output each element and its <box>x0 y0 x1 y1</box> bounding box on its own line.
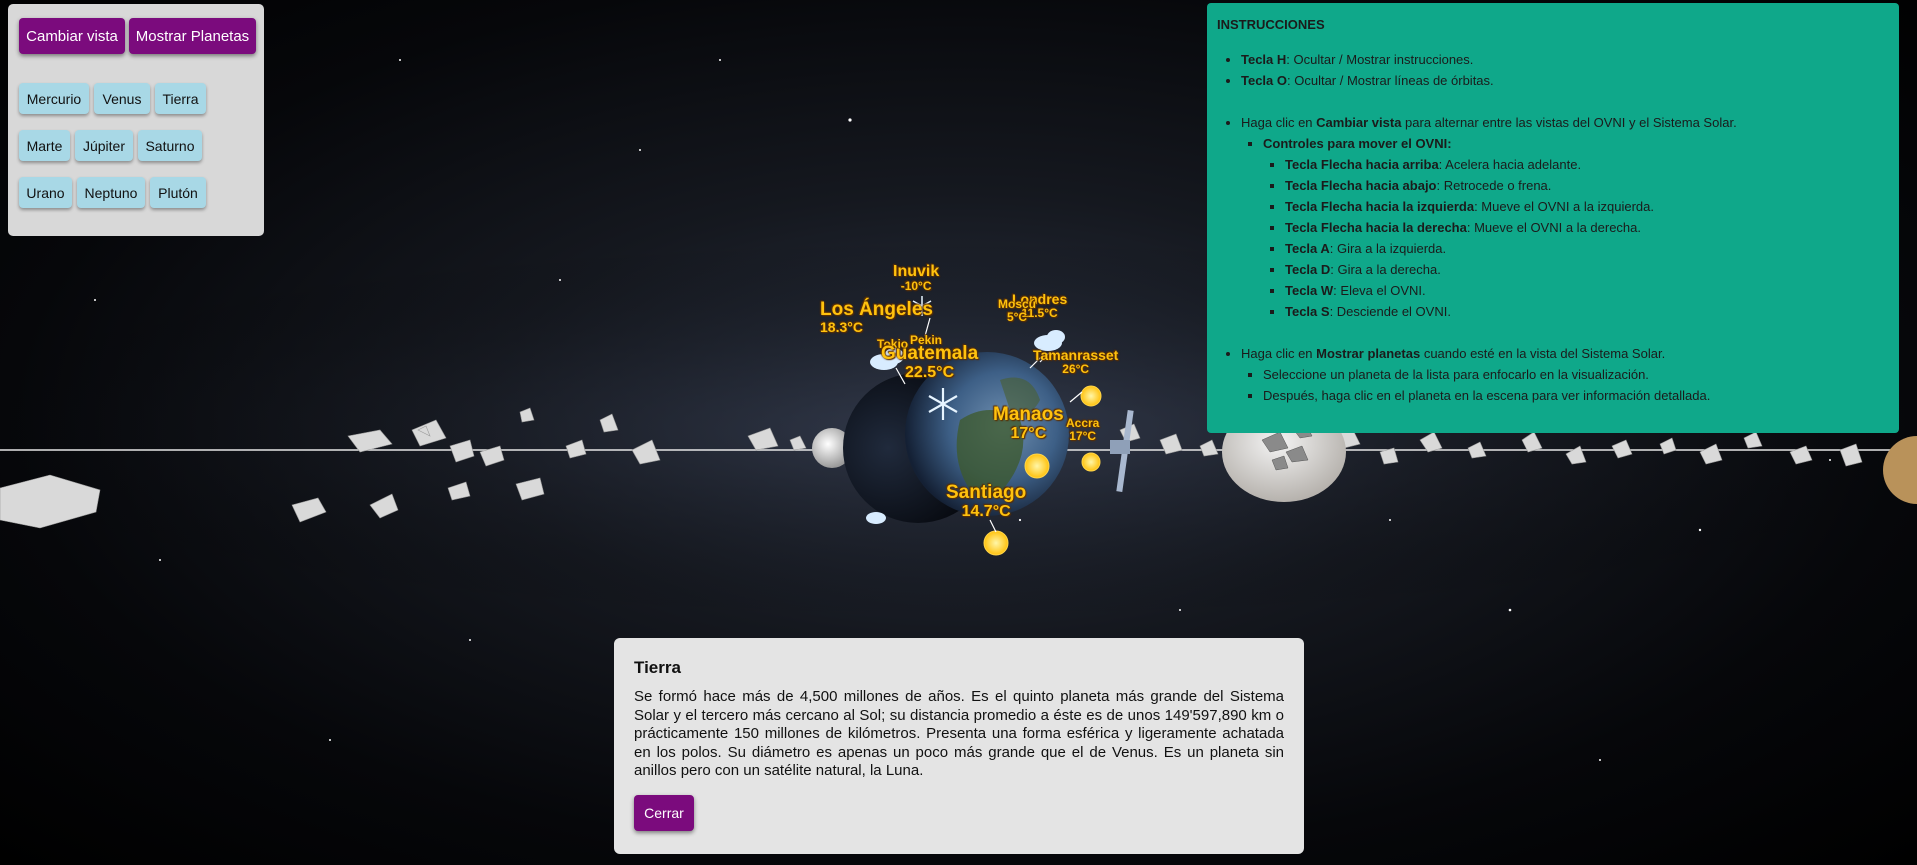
label-tamanrasset: Tamanrasset 26°C <box>1033 347 1119 376</box>
planet-button-venus[interactable]: Venus <box>94 83 150 114</box>
list-item: Controles para mover el OVNI: Tecla Flec… <box>1263 133 1889 322</box>
list-item: Tecla Flecha hacia la derecha: Mueve el … <box>1285 217 1889 238</box>
list-item: Haga clic en Mostrar planetas cuando est… <box>1241 343 1889 406</box>
close-button[interactable]: Cerrar <box>634 795 694 831</box>
label-accra: Accra 17°C <box>1066 416 1100 443</box>
keys-list: Tecla H: Ocultar / Mostrar instrucciones… <box>1217 49 1889 91</box>
planet-button-tierra[interactable]: Tierra <box>155 83 206 114</box>
list-item: Tecla Flecha hacia arriba: Acelera hacia… <box>1285 154 1889 175</box>
label-guatemala: Guatemala 22.5°C <box>881 343 979 382</box>
planet-button-saturno[interactable]: Saturno <box>138 130 202 161</box>
list-item: Después, haga clic en el planeta en la e… <box>1263 385 1889 406</box>
list-item: Tecla Flecha hacia la izquierda: Mueve e… <box>1285 196 1889 217</box>
planets-list: Haga clic en Mostrar planetas cuando est… <box>1217 343 1889 406</box>
change-view-button[interactable]: Cambiar vista <box>19 18 125 54</box>
label-inuvik: Inuvik -10°C <box>893 263 940 293</box>
list-item: Seleccione un planeta de la lista para e… <box>1263 364 1889 385</box>
view-list: Haga clic en Cambiar vista para alternar… <box>1217 112 1889 322</box>
list-item: Tecla D: Gira a la derecha. <box>1285 259 1889 280</box>
label-manaos: Manaos 17°C <box>993 404 1064 443</box>
label-moscu: Moscú 5°C <box>998 297 1037 324</box>
list-item: Tecla W: Eleva el OVNI. <box>1285 280 1889 301</box>
planet-button-jupiter[interactable]: Júpiter <box>75 130 133 161</box>
planet-info-title: Tierra <box>634 658 681 677</box>
show-planets-button[interactable]: Mostrar Planetas <box>129 18 256 54</box>
list-item: Tecla Flecha hacia abajo: Retrocede o fr… <box>1285 175 1889 196</box>
planet-button-marte[interactable]: Marte <box>19 130 70 161</box>
instructions-panel: INSTRUCCIONES Tecla H: Ocultar / Mostrar… <box>1207 3 1899 433</box>
list-item: Tecla A: Gira a la izquierda. <box>1285 238 1889 259</box>
planet-button-pluton[interactable]: Plutón <box>150 177 206 208</box>
planet-button-urano[interactable]: Urano <box>19 177 72 208</box>
label-los-angeles: Los Ángeles 18.3°C <box>820 299 933 335</box>
control-panel: Cambiar vista Mostrar Planetas Mercurio … <box>8 4 264 236</box>
label-santiago: Santiago 14.7°C <box>946 482 1027 521</box>
list-item: Tecla O: Ocultar / Mostrar líneas de órb… <box>1241 70 1889 91</box>
planet-info-text: Se formó hace más de 4,500 millones de a… <box>634 688 1284 779</box>
planet-button-mercurio[interactable]: Mercurio <box>19 83 89 114</box>
list-item: Haga clic en Cambiar vista para alternar… <box>1241 112 1889 322</box>
list-item: Tecla S: Desciende el OVNI. <box>1285 301 1889 322</box>
list-item: Tecla H: Ocultar / Mostrar instrucciones… <box>1241 49 1889 70</box>
planet-button-neptuno[interactable]: Neptuno <box>77 177 145 208</box>
instructions-title: INSTRUCCIONES <box>1217 17 1325 32</box>
planet-info-card: Tierra Se formó hace más de 4,500 millon… <box>614 638 1304 854</box>
